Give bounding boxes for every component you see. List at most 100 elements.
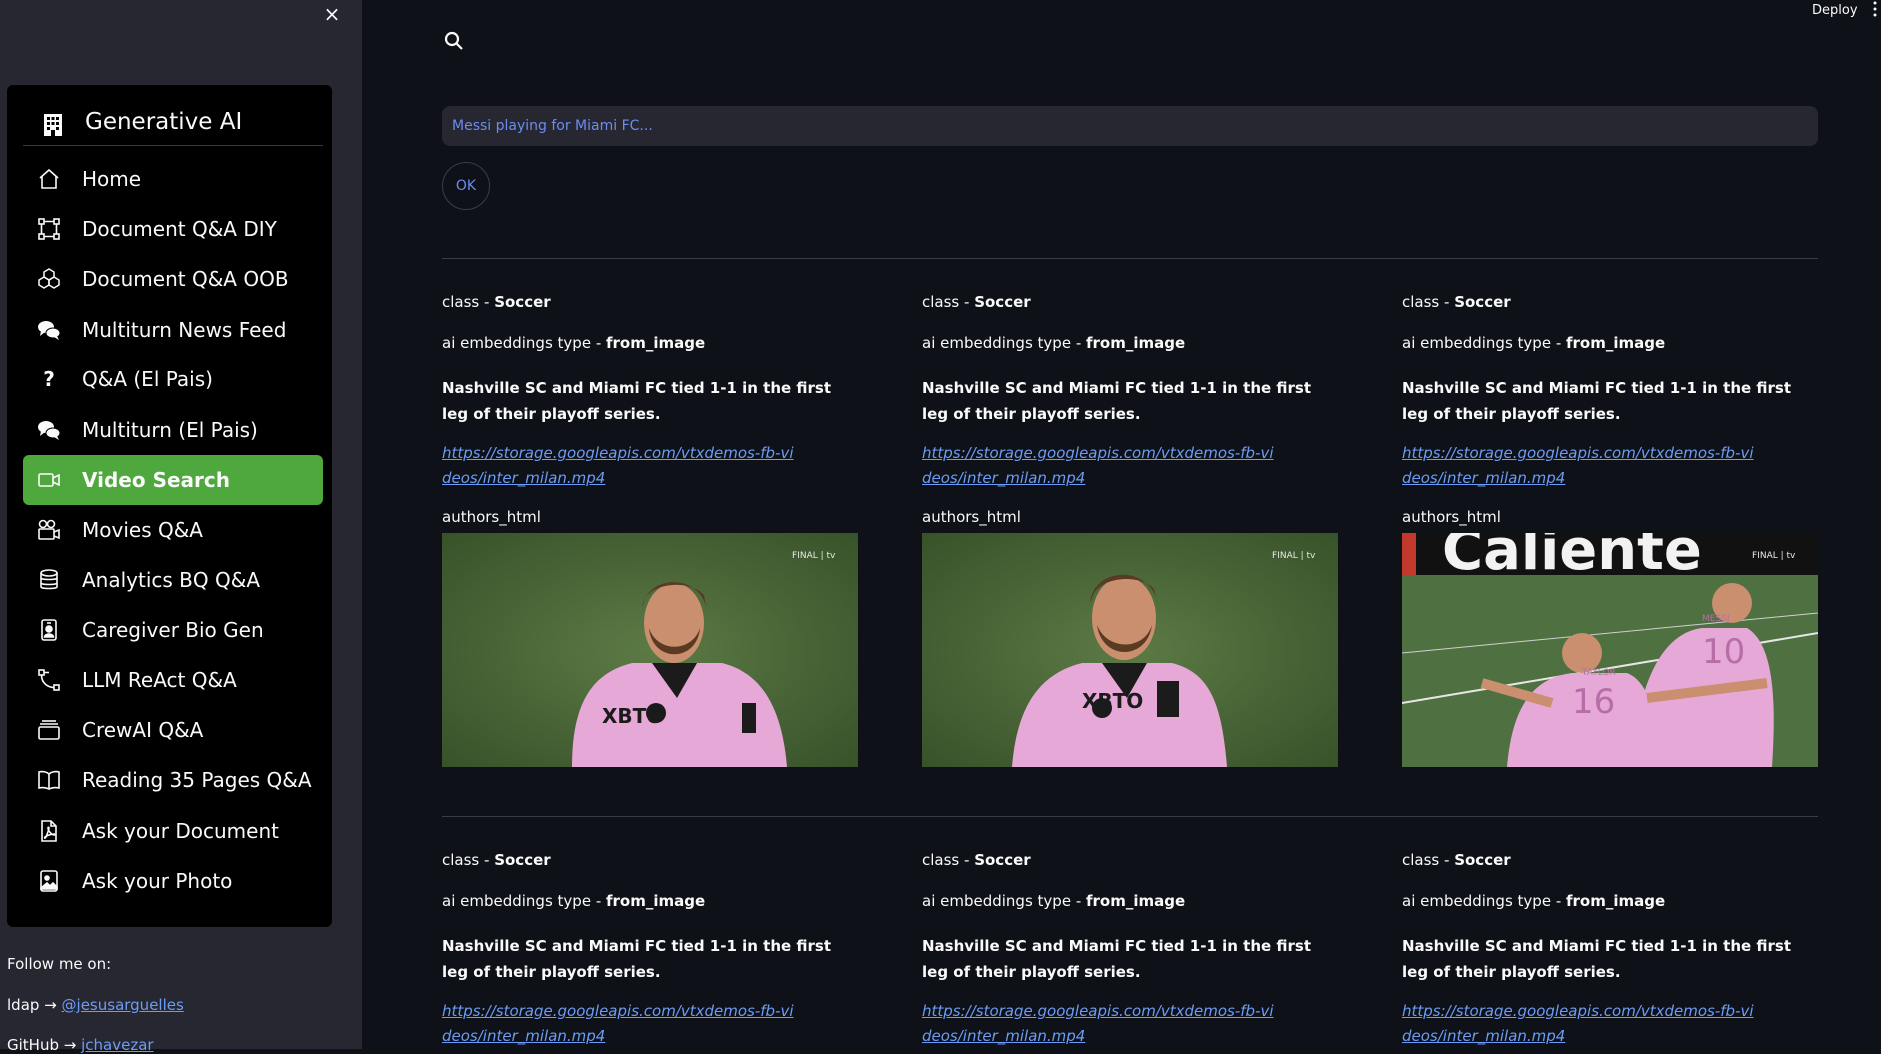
search-icon [444, 31, 463, 50]
sidebar-item-multiturn-el-pais[interactable]: Multiturn (El Pais) [23, 405, 323, 455]
main-menu-icon[interactable] [1872, 0, 1878, 20]
ldap-line: ldap → @jesusarguelles [7, 996, 184, 1014]
sidebar-item-document-qa-oob[interactable]: Document Q&A OOB [23, 254, 323, 304]
sponsor-text: XBTO [1082, 689, 1143, 713]
broadcast-overlay: FINAL | tv [792, 551, 836, 561]
book-icon [38, 770, 60, 790]
class-value: Soccer [1454, 293, 1511, 311]
jersey-name-b: TAYLOR [1581, 668, 1616, 678]
github-line: GitHub → jchavezar [7, 1036, 154, 1054]
embeddings-line: ai embeddings type - from_image [1402, 892, 1666, 910]
sidebar-item-qa-el-pais[interactable]: ? Q&A (El Pais) [23, 354, 323, 404]
result-description: Nashville SC and Miami FC tied 1-1 in th… [442, 379, 832, 423]
class-value: Soccer [1454, 851, 1511, 869]
broadcast-overlay: FINAL | tv [1752, 551, 1796, 561]
authors-label: authors_html [442, 508, 541, 526]
camera-reels-icon [38, 519, 60, 540]
embeddings-value: from_image [606, 892, 706, 910]
sidebar-item-document-qa-diy[interactable]: Document Q&A DIY [23, 204, 323, 254]
class-value: Soccer [494, 293, 551, 311]
embeddings-value: from_image [1086, 334, 1186, 352]
embeddings-value: from_image [606, 334, 706, 352]
embeddings-line: ai embeddings type - from_image [1402, 334, 1666, 352]
sidebar-item-ask-your-document[interactable]: Ask your Document [23, 806, 323, 856]
video-url-link[interactable]: https://storage.googleapis.com/vtxdemos-… [1402, 999, 1762, 1049]
sidebar-item-ask-your-photo[interactable]: Ask your Photo [23, 856, 323, 906]
video-url-link[interactable]: https://storage.googleapis.com/vtxdemos-… [1402, 441, 1762, 491]
github-prefix: GitHub → [7, 1036, 77, 1054]
result-description: Nashville SC and Miami FC tied 1-1 in th… [922, 937, 1312, 981]
result-card: class - Soccer ai embeddings type - from… [442, 851, 858, 1049]
sidebar-item-movies-qa[interactable]: Movies Q&A [23, 505, 323, 555]
collection-icon [38, 720, 60, 740]
class-value: Soccer [974, 851, 1031, 869]
option-menu: Generative AI Home Document Q&A DIY Docu… [7, 85, 332, 927]
sidebar-item-reading-35-pages-qa[interactable]: Reading 35 Pages Q&A [23, 755, 323, 805]
class-line: class - Soccer [922, 293, 1031, 311]
sponsor-text: XBTO [602, 704, 663, 728]
sidebar-item-llm-react-qa[interactable]: LLM ReAct Q&A [23, 655, 323, 705]
sidebar-item-multiturn-news-feed[interactable]: Multiturn News Feed [23, 305, 323, 355]
menu-title: Generative AI [85, 109, 243, 135]
result-description: Nashville SC and Miami FC tied 1-1 in th… [1402, 379, 1792, 423]
question-icon: ? [43, 367, 55, 391]
bezier-icon [38, 669, 60, 691]
embeddings-value: from_image [1566, 892, 1666, 910]
result-description: Nashville SC and Miami FC tied 1-1 in th… [442, 937, 832, 981]
class-value: Soccer [974, 293, 1031, 311]
embeddings-line: ai embeddings type - from_image [442, 892, 706, 910]
github-link[interactable]: jchavezar [81, 1036, 153, 1054]
embeddings-line: ai embeddings type - from_image [442, 334, 706, 352]
class-line: class - Soccer [442, 293, 551, 311]
sidebar-item-analytics-bq-qa[interactable]: Analytics BQ Q&A [23, 555, 323, 605]
camera-video-icon [38, 473, 60, 487]
video-thumbnail[interactable]: XBTO FINAL | tv [442, 533, 858, 767]
result-card: class - Soccer ai embeddings type - from… [922, 851, 1338, 1049]
jersey-number-b: 16 [1572, 682, 1615, 722]
follow-text: Follow me on: [7, 955, 112, 973]
video-url-link[interactable]: https://storage.googleapis.com/vtxdemos-… [922, 441, 1282, 491]
video-url-link[interactable]: https://storage.googleapis.com/vtxdemos-… [442, 441, 802, 491]
person-badge-icon [41, 619, 57, 641]
sidebar: × Generative AI Home Document Q&A DIY Do… [0, 0, 362, 1054]
jersey-name-a: MESSI [1702, 614, 1730, 624]
class-value: Soccer [494, 851, 551, 869]
sidebar-item-crewai-qa[interactable]: CrewAI Q&A [23, 705, 323, 755]
broadcast-overlay: FINAL | tv [1272, 551, 1316, 561]
divider [442, 816, 1818, 817]
database-icon [40, 569, 58, 590]
video-thumbnail[interactable]: XBTO FINAL | tv [922, 533, 1338, 767]
chat-bubbles-icon [38, 321, 61, 340]
result-description: Nashville SC and Miami FC tied 1-1 in th… [922, 379, 1312, 423]
ok-button[interactable]: OK [442, 162, 490, 210]
sidebar-item-home[interactable]: Home [23, 154, 323, 204]
video-thumbnail[interactable]: Caliente 10 MESSI 16 TAYLOR FINAL | tv [1402, 533, 1818, 767]
bounding-box-icon [38, 218, 60, 240]
ldap-link[interactable]: @jesusarguelles [62, 996, 184, 1014]
result-card: class - Soccer ai embeddings type - from… [922, 293, 1338, 768]
ldap-prefix: ldap → [7, 996, 57, 1014]
embeddings-value: from_image [1566, 334, 1666, 352]
deploy-button[interactable]: Deploy [1812, 3, 1858, 18]
jersey-number-a: 10 [1702, 632, 1745, 672]
close-icon[interactable]: × [322, 4, 342, 24]
result-description: Nashville SC and Miami FC tied 1-1 in th… [1402, 937, 1792, 981]
video-url-link[interactable]: https://storage.googleapis.com/vtxdemos-… [442, 999, 802, 1049]
embeddings-line: ai embeddings type - from_image [922, 334, 1186, 352]
chat-bubbles-icon [38, 421, 61, 440]
house-icon [39, 168, 59, 189]
sidebar-item-caregiver-bio-gen[interactable]: Caregiver Bio Gen [23, 605, 323, 655]
class-line: class - Soccer [1402, 293, 1511, 311]
building-icon [44, 114, 62, 136]
embeddings-line: ai embeddings type - from_image [922, 892, 1186, 910]
search-input[interactable] [442, 106, 1818, 146]
sidebar-item-video-search[interactable]: Video Search [23, 455, 323, 505]
divider [442, 258, 1818, 259]
class-line: class - Soccer [1402, 851, 1511, 869]
class-line: class - Soccer [442, 851, 551, 869]
boxes-icon [38, 268, 60, 289]
video-url-link[interactable]: https://storage.googleapis.com/vtxdemos-… [922, 999, 1282, 1049]
authors-label: authors_html [1402, 508, 1501, 526]
file-image-icon [40, 870, 58, 892]
banner-text: Caliente [1442, 533, 1702, 583]
